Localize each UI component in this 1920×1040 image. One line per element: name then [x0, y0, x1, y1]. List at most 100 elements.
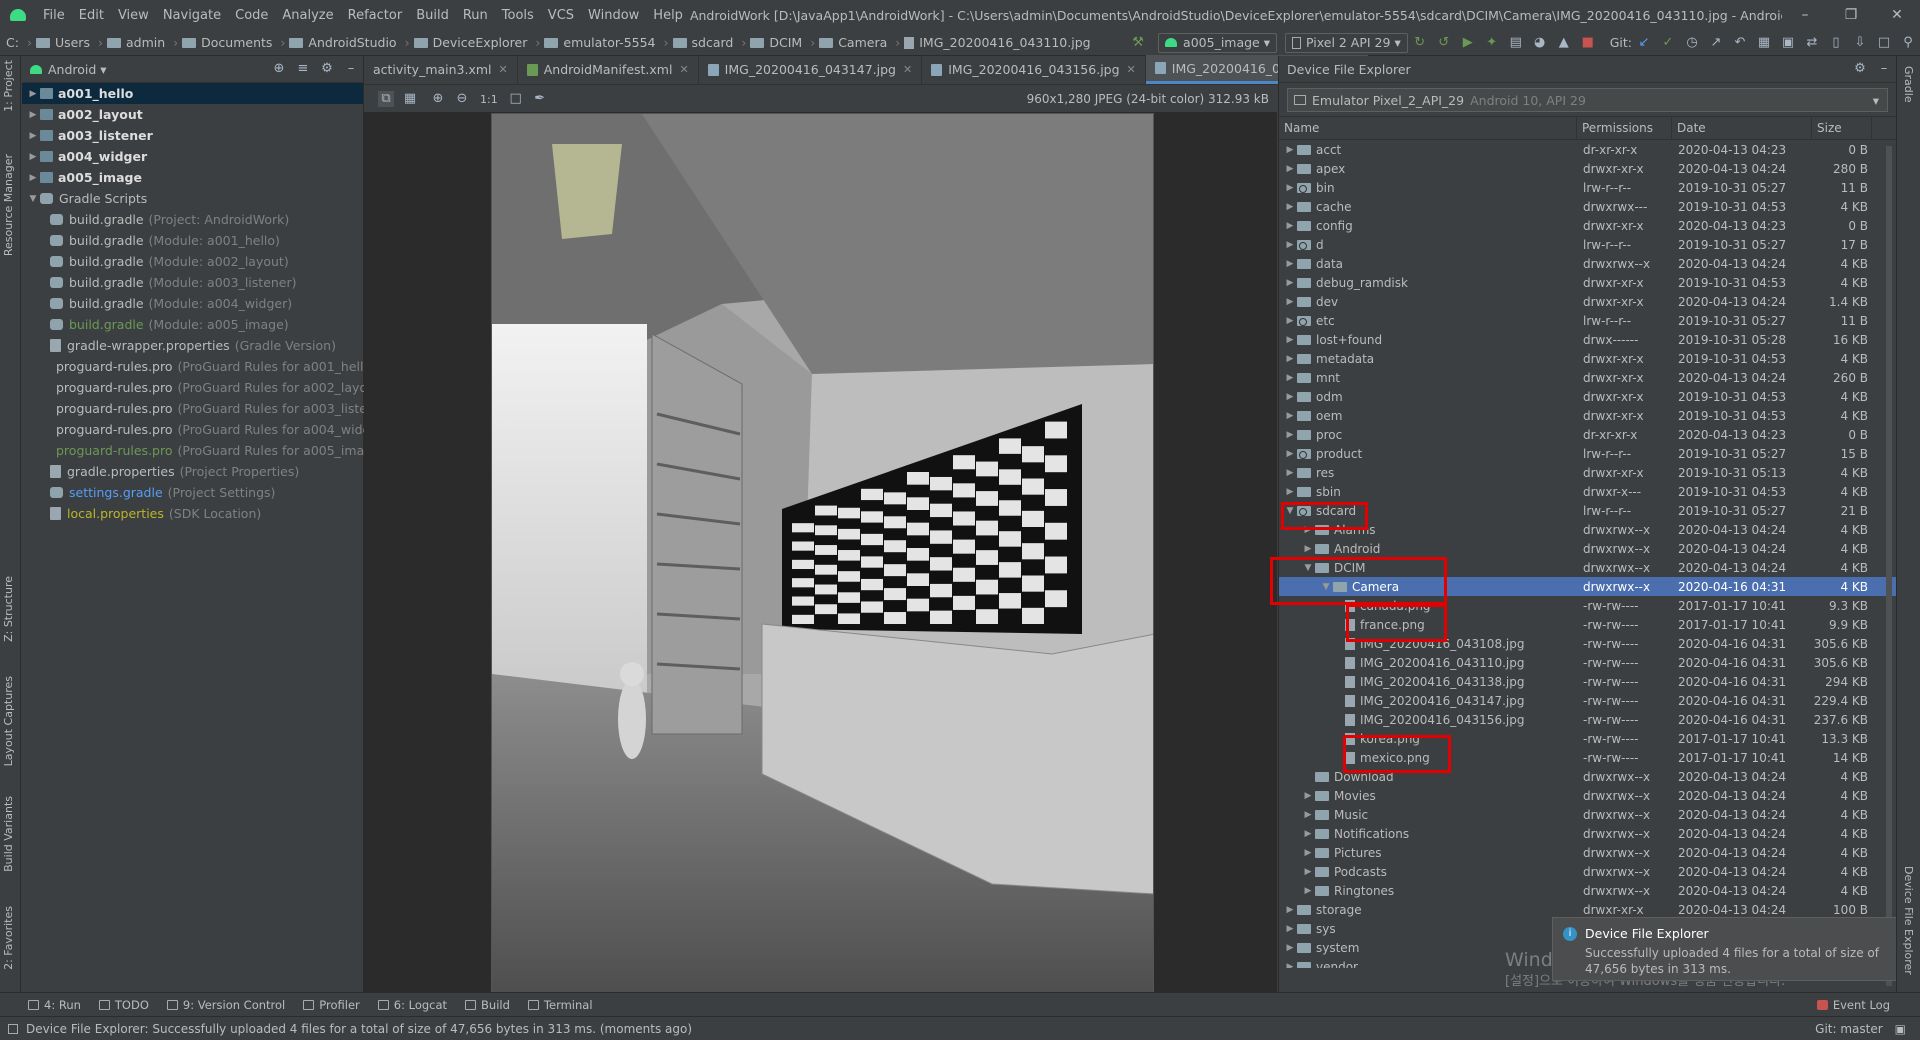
tool-window-button[interactable]: 9: Version Control: [166, 998, 285, 1012]
file-row[interactable]: ▶ d lrw-r--r-- 2019-10-31 05:27 17 B: [1279, 235, 1896, 254]
menu-run[interactable]: Run: [456, 8, 495, 23]
project-tree-item[interactable]: ▶ a002_layout: [22, 104, 363, 125]
device-select[interactable]: Pixel 2 API 29 ▾: [1285, 32, 1408, 53]
close-tab-icon[interactable]: ✕: [499, 63, 508, 76]
chevron-right-icon[interactable]: ▶: [1283, 164, 1297, 174]
col-name[interactable]: Name: [1279, 116, 1577, 140]
file-row[interactable]: IMG_20200416_043156.jpg -rw-rw---- 2020-04…: [1279, 710, 1896, 729]
chevron-right-icon[interactable]: ▶: [1283, 962, 1297, 969]
tool-window-button[interactable]: 6: Logcat: [377, 998, 447, 1012]
coverage-icon[interactable]: ▲: [1556, 35, 1572, 51]
menu-view[interactable]: View: [111, 8, 156, 23]
stop-icon[interactable]: ■: [1580, 35, 1596, 51]
chevron-right-icon[interactable]: ▶: [1301, 810, 1315, 820]
breadcrumb-item[interactable]: Users ›: [35, 35, 103, 50]
device-select[interactable]: Emulator Pixel_2_API_29 Android 10, API …: [1287, 88, 1888, 112]
chevron-right-icon[interactable]: ▶: [1283, 316, 1297, 326]
chevron-right-icon[interactable]: ▶: [1301, 829, 1315, 839]
breadcrumb-item[interactable]: C: ›: [6, 35, 32, 50]
close-tab-icon[interactable]: ✕: [679, 63, 688, 76]
breadcrumb-item[interactable]: emulator-5554 ›: [544, 35, 669, 50]
project-tree-item[interactable]: build.gradle (Module: a004_widger): [22, 293, 363, 314]
tool-structure[interactable]: Z: Structure: [2, 576, 15, 642]
undo-icon[interactable]: ↶: [1732, 35, 1748, 51]
zoom-out-icon[interactable]: ⊖: [454, 91, 470, 107]
menu-analyze[interactable]: Analyze: [275, 8, 340, 23]
file-row[interactable]: ▶ debug_ramdisk drwxr-xr-x 2019-10-31 04:53…: [1279, 273, 1896, 292]
project-tree-item[interactable]: local.properties (SDK Location): [22, 503, 363, 524]
chevron-right-icon[interactable]: ▶: [1283, 278, 1297, 288]
close-tab-icon[interactable]: ✕: [1127, 63, 1136, 76]
project-tree-item[interactable]: ▶ a004_widger: [22, 146, 363, 167]
scrollbar[interactable]: [1886, 146, 1892, 986]
chevron-right-icon[interactable]: ▶: [26, 110, 40, 120]
file-row[interactable]: ▶ odm drwxr-xr-x 2019-10-31 04:53 4 KB: [1279, 387, 1896, 406]
tool-device-file-explorer[interactable]: Device File Explorer: [1902, 866, 1915, 975]
chevron-right-icon[interactable]: ▶: [1283, 240, 1297, 250]
tool-window-button[interactable]: 4: Run: [28, 998, 81, 1012]
breadcrumb-item[interactable]: admin ›: [106, 35, 178, 50]
project-tree-item[interactable]: ▶ a003_listener: [22, 125, 363, 146]
chevron-right-icon[interactable]: ▶: [1283, 373, 1297, 383]
breadcrumb-item[interactable]: Documents ›: [182, 35, 285, 50]
menu-code[interactable]: Code: [228, 8, 275, 23]
chevron-right-icon[interactable]: ▶: [1283, 221, 1297, 231]
chevron-right-icon[interactable]: ▶: [1283, 183, 1297, 193]
tool-build-variants[interactable]: Build Variants: [2, 796, 15, 872]
file-row[interactable]: ▶ Android drwxrwx--x 2020-04-13 04:24 4 KB: [1279, 539, 1896, 558]
chevron-right-icon[interactable]: ▶: [1283, 259, 1297, 269]
git-commit-icon[interactable]: ✓: [1660, 35, 1676, 51]
git-update-icon[interactable]: ↙: [1636, 35, 1652, 51]
chevron-right-icon[interactable]: ▶: [1283, 487, 1297, 497]
chevron-right-icon[interactable]: ▶: [1301, 791, 1315, 801]
editor-tab[interactable]: IMG_20200416_043147.jpg ✕: [699, 55, 923, 84]
apply-changes-icon[interactable]: ↻: [1412, 35, 1428, 51]
chevron-right-icon[interactable]: ▶: [1283, 943, 1297, 953]
project-tree-item[interactable]: proguard-rules.pro (ProGuard Rules for a0…: [22, 440, 385, 461]
project-tree-item[interactable]: gradle.properties (Project Properties): [22, 461, 363, 482]
project-tree-item[interactable]: build.gradle (Module: a002_layout): [22, 251, 363, 272]
col-date[interactable]: Date: [1672, 116, 1812, 140]
chevron-right-icon[interactable]: ▶: [1301, 544, 1315, 554]
project-tree-item[interactable]: build.gradle (Module: a001_hello): [22, 230, 363, 251]
chevron-right-icon[interactable]: ▶: [1283, 392, 1297, 402]
menu-file[interactable]: File: [36, 8, 72, 23]
grid-icon[interactable]: ▦: [402, 91, 418, 107]
menu-tools[interactable]: Tools: [495, 8, 541, 23]
chevron-right-icon[interactable]: ▶: [1283, 430, 1297, 440]
file-row[interactable]: IMG_20200416_043147.jpg -rw-rw---- 2020-04…: [1279, 691, 1896, 710]
event-log-button[interactable]: Event Log: [1816, 998, 1890, 1012]
breadcrumb-item[interactable]: sdcard ›: [672, 35, 746, 50]
git-push-icon[interactable]: ↗: [1708, 35, 1724, 51]
file-row[interactable]: ▶ mnt drwxr-xr-x 2020-04-13 04:24 260 B: [1279, 368, 1896, 387]
editor-tab[interactable]: IMG_20200416_043156.jpg ✕: [922, 55, 1146, 84]
file-row[interactable]: ▶ Ringtones drwxrwx--x 2020-04-13 04:24 4 KB: [1279, 881, 1896, 900]
chevron-right-icon[interactable]: ▶: [1283, 335, 1297, 345]
notification-balloon[interactable]: i Device File Explorer Successfully uplo…: [1552, 917, 1897, 981]
breadcrumb-item[interactable]: Camera ›: [819, 35, 900, 50]
zoom-in-icon[interactable]: ⊕: [430, 91, 446, 107]
menu-refactor[interactable]: Refactor: [341, 8, 410, 23]
chevron-right-icon[interactable]: ▶: [26, 152, 40, 162]
project-tree-item[interactable]: build.gradle (Module: a005_image): [22, 314, 363, 335]
tool-project[interactable]: 1: Project: [2, 60, 15, 112]
editor-tab[interactable]: activity_main3.xml ✕: [364, 55, 518, 84]
file-row[interactable]: ▶ Alarms drwxrwx--x 2020-04-13 04:24 4 KB: [1279, 520, 1896, 539]
close-button[interactable]: ✕: [1874, 7, 1920, 23]
hide-icon[interactable]: –: [343, 61, 359, 77]
breadcrumb-item[interactable]: AndroidStudio ›: [289, 35, 410, 50]
chevron-right-icon[interactable]: ▶: [1283, 924, 1297, 934]
file-row[interactable]: ▶ Movies drwxrwx--x 2020-04-13 04:24 4 KB: [1279, 786, 1896, 805]
file-row[interactable]: ▶ config drwxr-xr-x 2020-04-13 04:23 0 B: [1279, 216, 1896, 235]
maximize-button[interactable]: ❐: [1828, 7, 1874, 23]
gear-icon[interactable]: ⚙: [319, 61, 335, 77]
tool-window-button[interactable]: TODO: [98, 998, 149, 1012]
file-row[interactable]: ▼ sdcard lrw-r--r-- 2019-10-31 05:27 21 B: [1279, 501, 1896, 520]
menu-window[interactable]: Window: [581, 8, 646, 23]
background-icon[interactable]: □: [508, 91, 524, 107]
run-icon[interactable]: ▶: [1460, 35, 1476, 51]
project-structure-icon[interactable]: ▦: [1756, 35, 1772, 51]
tool-window-button[interactable]: Build: [465, 998, 510, 1012]
chevron-right-icon[interactable]: ▶: [1283, 354, 1297, 364]
chevron-right-icon[interactable]: ▶: [1301, 886, 1315, 896]
